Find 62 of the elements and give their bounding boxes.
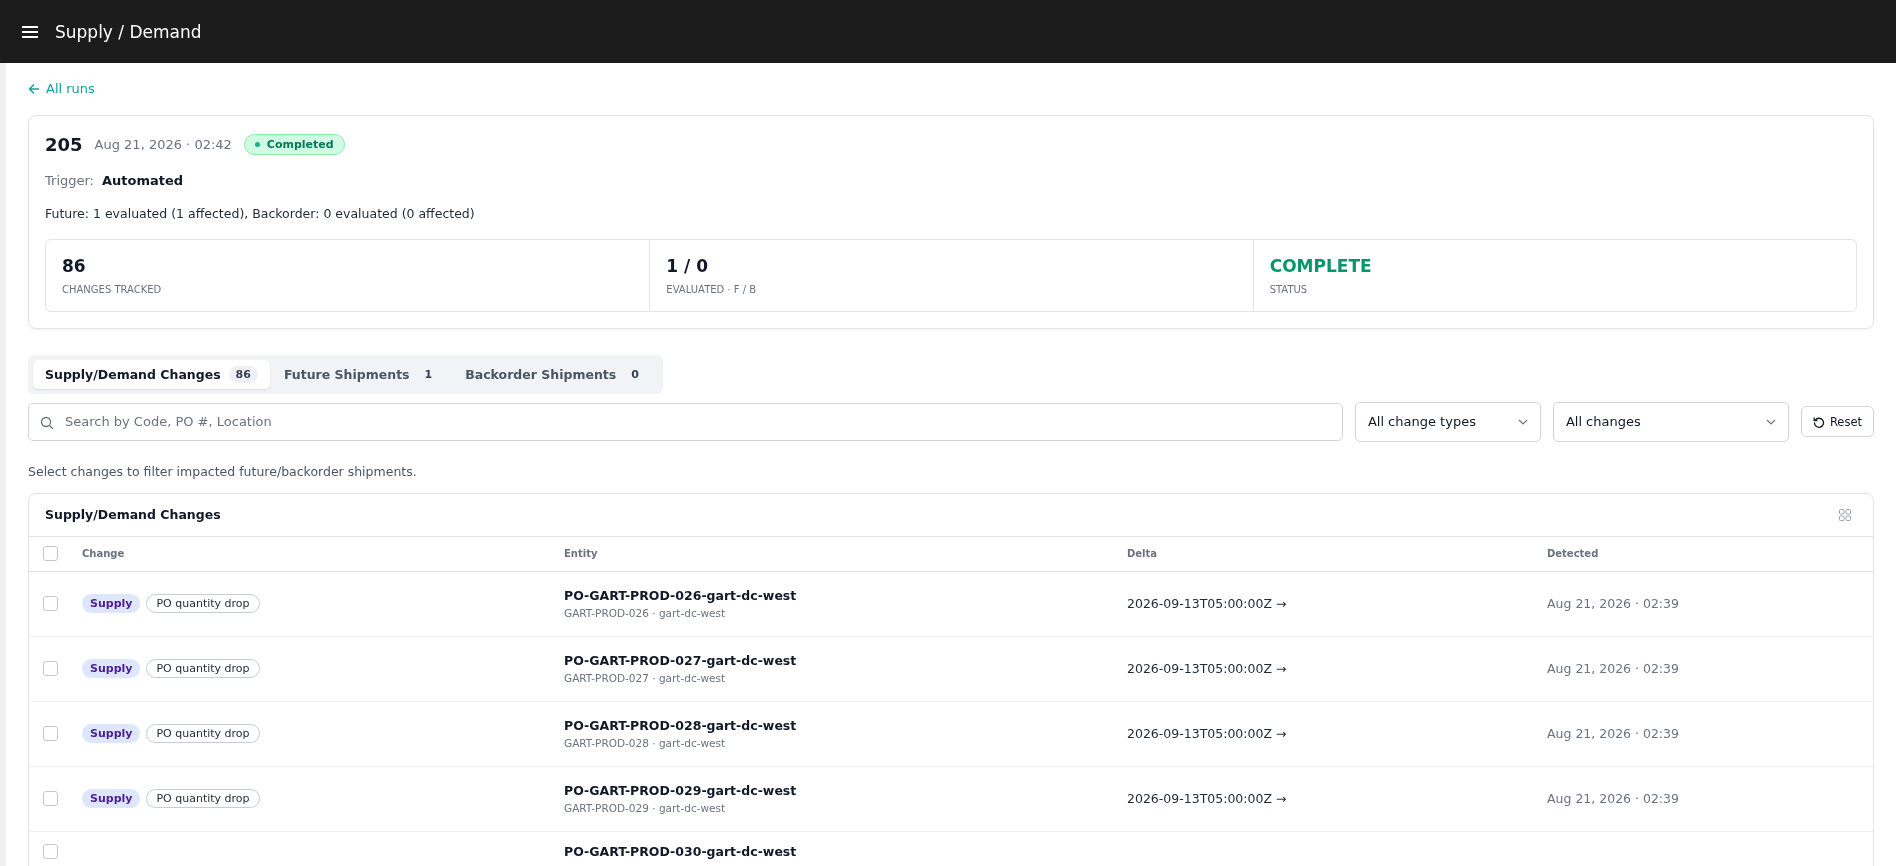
row-checkbox[interactable] [43, 791, 58, 806]
detected-time: Aug 21, 2026 · 02:39 [1547, 596, 1680, 611]
tab-count: 1 [423, 366, 434, 383]
reset-button[interactable]: Reset [1800, 406, 1874, 437]
chevron-down-icon [1765, 418, 1776, 425]
entity-detail: GART-PROD-026 · gart-dc-west [564, 607, 727, 619]
run-date: Aug 21, 2026 · 02:42 [94, 136, 232, 152]
detected-time: Aug 21, 2026 · 02:39 [1547, 726, 1680, 741]
entity-name: PO-GART-PROD-026-gart-dc-west [564, 588, 798, 603]
entity-detail: GART-PROD-027 · gart-dc-west [564, 672, 727, 684]
column-header: Delta [1127, 548, 1159, 559]
changes-select[interactable]: All changes [1552, 401, 1789, 442]
supply-tag: Supply [82, 724, 141, 743]
stat-label: STATUS [1269, 283, 1309, 295]
stat-value: 1 / 0 [666, 255, 710, 276]
hint-text: Select changes to filter impacted future/backorder shipments. [28, 463, 418, 479]
delta-value: 2026-09-13T05:00:00Z → [1127, 791, 1288, 806]
detected-time: Aug 21, 2026 · 02:39 [1547, 791, 1680, 806]
tab-count: 86 [228, 365, 258, 383]
tab[interactable]: Future Shipments 1 [271, 359, 452, 389]
column-header: Entity [564, 548, 599, 559]
status-badge: Completed [243, 133, 345, 155]
column-header: Detected [1547, 548, 1600, 559]
row-checkbox[interactable] [43, 726, 58, 741]
delta-value: 2026-09-13T05:00:00Z → [1127, 726, 1288, 741]
row-checkbox[interactable] [43, 596, 58, 611]
tab[interactable]: Supply/Demand Changes 86 [33, 359, 270, 389]
stat-value: 86 [62, 255, 87, 276]
row-checkbox[interactable] [43, 843, 58, 859]
run-number: 205 [45, 133, 83, 155]
reset-icon [1812, 415, 1825, 428]
change-type-select[interactable]: All change types [1354, 401, 1541, 442]
stat-label: EVALUATED · F / B [666, 283, 758, 295]
delta-value: 2026-09-13T05:00:00Z → [1127, 596, 1288, 611]
entity-name: PO-GART-PROD-028-gart-dc-west [564, 718, 798, 733]
column-header: Change [82, 548, 126, 559]
entity-name: PO-GART-PROD-030-gart-dc-west [564, 843, 798, 859]
tab-count: 0 [630, 366, 640, 383]
stat-value: COMPLETE [1269, 255, 1373, 276]
arrow-left-icon [28, 82, 40, 95]
table-title: Supply/Demand Changes [45, 507, 221, 522]
tab[interactable]: Backorder Shipments 0 [453, 359, 658, 389]
entity-detail: GART-PROD-028 · gart-dc-west [564, 737, 727, 749]
summary-text: Future: 1 evaluated (1 affected), Backorder: 0 evaluated (0 affected) [45, 205, 476, 221]
menu-icon[interactable] [22, 25, 38, 38]
grid-icon[interactable] [1839, 508, 1851, 521]
entity-name: PO-GART-PROD-029-gart-dc-west [564, 783, 798, 798]
supply-tag: Supply [82, 789, 141, 808]
detected-time: Aug 21, 2026 · 02:39 [1547, 661, 1680, 676]
trigger-value: Automated [102, 172, 184, 188]
stat-label: CHANGES TRACKED [62, 283, 163, 295]
app-title: Supply / Demand [55, 21, 202, 42]
delta-value: 2026-09-13T05:00:00Z → [1127, 661, 1288, 676]
supply-tag: Supply [82, 659, 141, 678]
supply-tag: Supply [82, 594, 141, 613]
entity-detail: GART-PROD-029 · gart-dc-west [564, 802, 727, 814]
trigger-label: Trigger: [45, 172, 94, 188]
chevron-down-icon [1517, 418, 1528, 425]
entity-name: PO-GART-PROD-027-gart-dc-west [564, 653, 798, 668]
search-field[interactable]: Search by Code, PO #, Location [28, 402, 1343, 441]
select-all-checkbox[interactable] [43, 546, 58, 561]
row-checkbox[interactable] [43, 661, 58, 676]
